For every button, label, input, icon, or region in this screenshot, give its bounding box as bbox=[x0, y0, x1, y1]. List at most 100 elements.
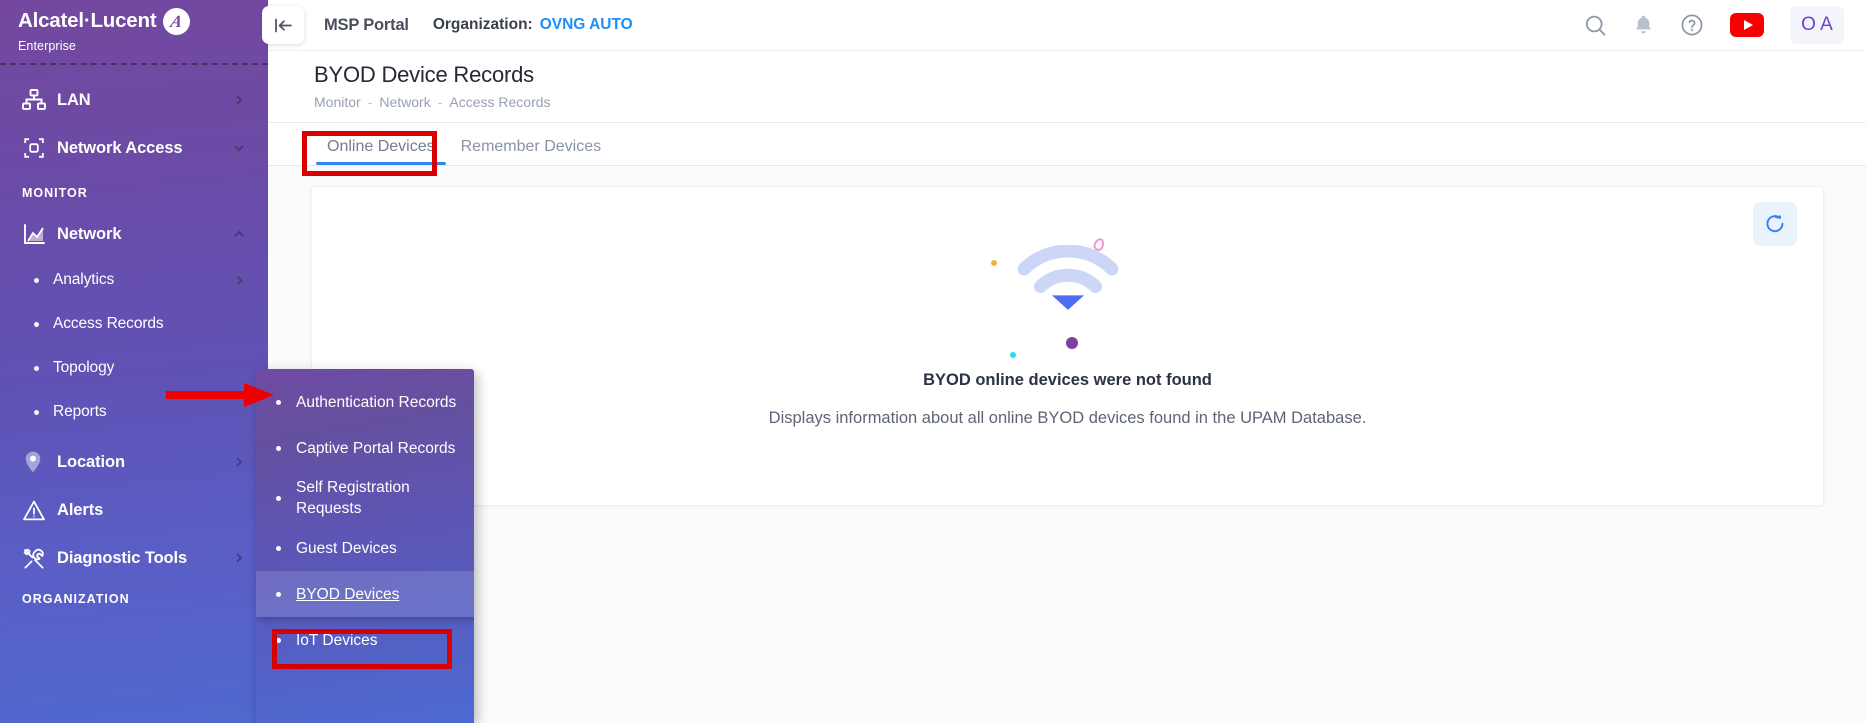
sidebar-item-label: Location bbox=[57, 452, 125, 471]
top-bar: MSP Portal Organization: OVNG AUTO O A bbox=[262, 0, 1866, 51]
flyout-item-captive-portal-records[interactable]: Captive Portal Records bbox=[256, 425, 474, 471]
flyout-item-guest-devices[interactable]: Guest Devices bbox=[256, 525, 474, 571]
sidebar-item-access-records[interactable]: Access Records bbox=[0, 302, 268, 346]
alcatel-lucent-logo-icon bbox=[163, 8, 191, 35]
decorative-dot-cyan-icon bbox=[1009, 352, 1016, 358]
annotation-arrow-access-records bbox=[166, 380, 276, 415]
bullet-icon bbox=[34, 365, 39, 371]
avatar[interactable]: O A bbox=[1790, 6, 1844, 44]
chevron-right-icon bbox=[232, 551, 246, 565]
brand-logo[interactable]: Alcatel·Lucent Enterprise bbox=[18, 8, 248, 60]
brand-subtitle: Enterprise bbox=[18, 39, 76, 53]
network-access-icon bbox=[22, 135, 52, 161]
sidebar-item-alerts[interactable]: Alerts bbox=[0, 486, 268, 534]
sidebar-item-lan[interactable]: LAN bbox=[0, 76, 268, 124]
brand-name: Alcatel·Lucent bbox=[18, 9, 157, 33]
flyout-item-label: IoT Devices bbox=[296, 631, 378, 649]
lan-network-icon bbox=[22, 87, 52, 113]
breadcrumb-separator: - bbox=[367, 94, 373, 110]
flyout-item-label: BYOD Devices bbox=[296, 585, 400, 603]
wifi-signal-icon bbox=[1017, 244, 1118, 322]
sidebar: Alcatel·Lucent Enterprise LAN bbox=[0, 0, 268, 723]
chevron-up-icon bbox=[232, 227, 246, 241]
page-title: BYOD Device Records bbox=[314, 62, 534, 87]
sidebar-item-network[interactable]: Network bbox=[0, 210, 268, 258]
page-header: BYOD Device Records Monitor - Network - … bbox=[268, 51, 1866, 123]
bullet-icon bbox=[34, 277, 39, 283]
access-records-flyout-menu: Authentication Records Captive Portal Re… bbox=[256, 369, 474, 723]
bullet-icon bbox=[276, 591, 281, 597]
breadcrumb-item-monitor[interactable]: Monitor bbox=[314, 94, 361, 110]
breadcrumb-item-access-records[interactable]: Access Records bbox=[449, 94, 550, 110]
sidebar-section-monitor: MONITOR bbox=[22, 186, 88, 200]
tab-remember-devices[interactable]: Remember Devices bbox=[448, 138, 614, 165]
breadcrumb: Monitor - Network - Access Records bbox=[314, 94, 1866, 110]
breadcrumb-item-network[interactable]: Network bbox=[379, 94, 430, 110]
flyout-item-label: Guest Devices bbox=[296, 539, 397, 557]
empty-state: BYOD online devices were not found Displ… bbox=[312, 221, 1823, 428]
sidebar-item-label: Network Access bbox=[57, 138, 183, 157]
search-icon[interactable] bbox=[1584, 14, 1607, 37]
alert-triangle-icon bbox=[22, 497, 52, 523]
avatar-initials: O A bbox=[1801, 14, 1833, 35]
sidebar-item-label: Access Records bbox=[53, 315, 164, 332]
sidebar-item-location[interactable]: Location bbox=[0, 438, 268, 486]
bullet-icon bbox=[34, 409, 39, 415]
youtube-icon[interactable] bbox=[1730, 13, 1764, 37]
bullet-icon bbox=[34, 321, 39, 327]
app-root: Alcatel·Lucent Enterprise LAN bbox=[0, 0, 1866, 723]
decorative-dot-purple-icon bbox=[1065, 337, 1078, 349]
sidebar-nav: LAN Network Access MONITOR Network Analy… bbox=[0, 76, 268, 616]
topbar-actions: O A bbox=[1584, 6, 1866, 44]
flyout-item-iot-devices[interactable]: IoT Devices bbox=[256, 617, 474, 663]
empty-state-illustration bbox=[938, 221, 1198, 361]
decorative-dot-orange-icon bbox=[990, 260, 997, 266]
flyout-item-label: Self Registration Requests bbox=[296, 479, 410, 517]
sidebar-item-label: Alerts bbox=[57, 500, 104, 519]
sidebar-item-analytics[interactable]: Analytics bbox=[0, 258, 268, 302]
organization-label: Organization: bbox=[432, 16, 533, 33]
flyout-item-authentication-records[interactable]: Authentication Records bbox=[256, 379, 474, 425]
flyout-item-label: Captive Portal Records bbox=[296, 439, 456, 457]
organization-value[interactable]: OVNG AUTO bbox=[540, 16, 633, 34]
sidebar-item-label: Diagnostic Tools bbox=[57, 548, 188, 567]
tab-online-devices[interactable]: Online Devices bbox=[314, 138, 448, 165]
sidebar-item-label: Analytics bbox=[53, 271, 115, 288]
flyout-item-byod-devices[interactable]: BYOD Devices bbox=[256, 571, 474, 617]
chevron-right-icon bbox=[233, 274, 246, 287]
sidebar-item-network-access[interactable]: Network Access bbox=[0, 124, 268, 172]
chevron-right-icon bbox=[232, 93, 246, 107]
empty-state-title: BYOD online devices were not found bbox=[923, 371, 1212, 389]
flyout-item-self-registration-requests[interactable]: Self Registration Requests bbox=[256, 471, 474, 525]
analytics-chart-icon bbox=[22, 221, 52, 247]
sidebar-item-label: LAN bbox=[57, 90, 91, 109]
chevron-down-icon bbox=[232, 141, 246, 155]
collapse-sidebar-button[interactable] bbox=[262, 6, 304, 44]
tab-bar: Online Devices Remember Devices bbox=[268, 124, 1866, 166]
empty-state-subtitle: Displays information about all online BY… bbox=[768, 409, 1367, 427]
tab-label: Remember Devices bbox=[460, 138, 602, 155]
bullet-icon bbox=[276, 495, 281, 501]
sidebar-item-diagnostic-tools[interactable]: Diagnostic Tools bbox=[0, 534, 268, 582]
sidebar-item-label: Reports bbox=[53, 403, 107, 420]
bullet-icon bbox=[276, 445, 281, 451]
bullet-icon bbox=[276, 399, 281, 405]
breadcrumb-separator: - bbox=[437, 94, 443, 110]
tab-label: Online Devices bbox=[327, 138, 435, 155]
sidebar-item-label: Network bbox=[57, 224, 122, 243]
content-card: BYOD online devices were not found Displ… bbox=[311, 186, 1824, 506]
location-pin-icon bbox=[22, 449, 52, 475]
notification-bell-icon[interactable] bbox=[1633, 14, 1654, 36]
sidebar-divider bbox=[0, 63, 268, 65]
flyout-item-label: Authentication Records bbox=[296, 393, 457, 411]
portal-title: MSP Portal bbox=[324, 15, 409, 34]
bullet-icon bbox=[276, 545, 281, 551]
brand-name-row: Alcatel·Lucent bbox=[18, 8, 248, 35]
chevron-right-icon bbox=[232, 455, 246, 469]
diagnostic-tools-icon bbox=[22, 545, 52, 571]
help-circle-icon[interactable] bbox=[1680, 13, 1704, 37]
bullet-icon bbox=[276, 637, 281, 643]
sidebar-item-label: Topology bbox=[53, 359, 115, 376]
play-triangle-icon bbox=[1743, 20, 1753, 30]
sidebar-section-organization: ORGANIZATION bbox=[22, 592, 130, 606]
